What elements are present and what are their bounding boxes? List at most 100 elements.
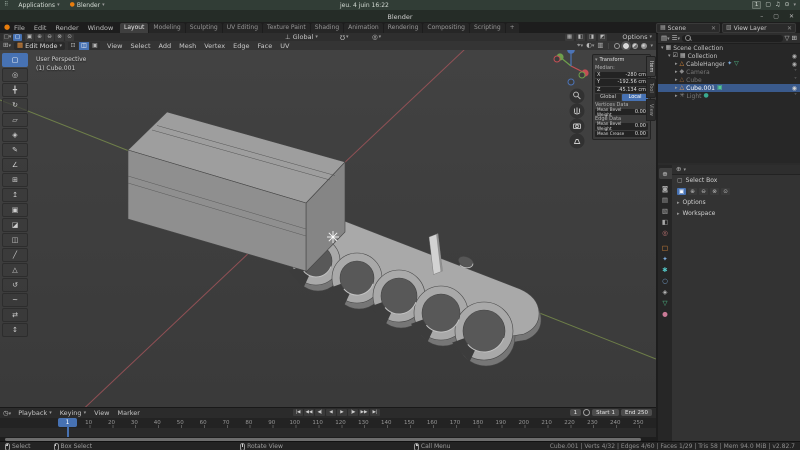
properties-tab[interactable]: ✱ <box>659 264 672 275</box>
global-button[interactable]: Global <box>595 94 621 101</box>
properties-tab[interactable]: ◙ <box>659 183 672 194</box>
shading-dropdown-icon[interactable]: ▾ <box>650 43 653 49</box>
select-mode-option[interactable]: ⊕ <box>35 34 44 41</box>
timeline-ruler[interactable]: 1020304050607080901001101201301401501601… <box>0 418 656 428</box>
playback-button[interactable]: ◀◀ <box>304 409 314 416</box>
timeline-menu-item[interactable]: Playback▾ <box>18 409 52 417</box>
properties-tab[interactable]: ✦ <box>659 253 672 264</box>
gizmo-x-neg[interactable] <box>554 56 560 62</box>
tool-button[interactable]: ◪ <box>2 218 28 232</box>
mirror-z-icon[interactable]: ◨ <box>587 34 596 41</box>
outliner-item-label[interactable]: CableHanger <box>686 61 725 68</box>
camera-view-button[interactable] <box>570 119 585 134</box>
select-mode-option[interactable]: ⊙ <box>65 34 74 41</box>
disclosure-icon[interactable]: ▸ <box>675 85 678 91</box>
playback-button[interactable]: ◀| <box>315 409 325 416</box>
outliner-item-label[interactable]: Camera <box>686 69 710 76</box>
properties-tab[interactable]: ◎ <box>659 227 672 238</box>
playback-button[interactable]: |◀ <box>293 409 303 416</box>
applications-menu[interactable]: Applications▾ <box>18 2 59 9</box>
properties-tab[interactable]: ○ <box>659 275 672 286</box>
window-titlebar[interactable]: Blender – ▢ ✕ <box>0 10 800 22</box>
visibility-eye-icon[interactable]: ◉ <box>792 53 797 60</box>
view-layer-selector[interactable]: ▧ View Layer ✕ <box>722 23 796 33</box>
tool-button[interactable]: ◫ <box>2 233 28 247</box>
outliner-row[interactable]: ▾ ☑ ▦ Collection ◉ <box>658 52 800 60</box>
properties-tab[interactable]: ◧ <box>659 216 672 227</box>
transform-orientation-dropdown[interactable]: ⊥ Global▾ <box>285 33 318 41</box>
desktop-clock[interactable]: jeu. 4 juin 16:22 <box>340 0 389 10</box>
scene-selector[interactable]: ▦ Scene ✕ <box>656 23 720 33</box>
options-section-header[interactable]: ▸Options <box>672 197 800 208</box>
power-icon[interactable]: ⊙ <box>784 2 789 8</box>
playback-button[interactable]: ▶▶ <box>359 409 369 416</box>
disclosure-icon[interactable]: ▸ <box>675 69 678 75</box>
timeline-editor-icon[interactable]: ◷▾ <box>3 410 11 417</box>
workspace-tab[interactable]: + <box>506 23 519 33</box>
auto-keyframe-icon[interactable] <box>583 409 590 416</box>
mesh-select-mode-button[interactable]: ⊡ <box>68 42 78 50</box>
workspace-indicator[interactable]: 1 <box>752 1 762 9</box>
timeline-menu-item[interactable]: Keying▾ <box>60 409 86 417</box>
outliner-item-label[interactable]: Cube <box>686 77 702 84</box>
disclosure-icon[interactable]: ▾ <box>661 45 664 51</box>
maximize-button[interactable]: ▢ <box>773 13 779 20</box>
median-value-field[interactable]: Y-192.56 cm <box>595 79 648 86</box>
playback-button[interactable]: ◀ <box>326 409 336 416</box>
tool-button[interactable]: ∠ <box>2 158 28 172</box>
viewport-menu-item[interactable]: View <box>107 42 122 50</box>
sidebar-tab[interactable]: Item <box>646 56 656 77</box>
navigation-gizmo[interactable] <box>554 50 589 85</box>
sidebar-tab[interactable]: View <box>646 99 656 121</box>
xray-toggle-icon[interactable]: ▥ <box>597 42 603 49</box>
mode-new-button[interactable]: ▣ <box>677 188 686 195</box>
workspace-tab[interactable]: Texture Paint <box>263 23 310 33</box>
close-button[interactable]: ✕ <box>789 13 794 20</box>
zoom-button[interactable] <box>570 89 585 104</box>
proportional-editing-toggle[interactable]: ◎▾ <box>372 34 381 41</box>
outliner-row[interactable]: ▸ ✳ Light ● ˅ <box>658 92 800 100</box>
system-menu-caret-icon[interactable]: ▾ <box>793 2 796 8</box>
visibility-eye-icon[interactable]: ˅ <box>794 93 797 100</box>
workspace-tab[interactable]: Shading <box>311 23 343 33</box>
sidebar-tab[interactable]: Tool <box>646 78 656 98</box>
solid-shading-button[interactable] <box>623 43 629 49</box>
topbar-menu-item[interactable]: File <box>14 24 25 32</box>
outliner-item-label[interactable]: Cube.001 <box>686 85 715 92</box>
tool-button[interactable]: ↺ <box>2 278 28 292</box>
select-mode-option[interactable]: ⊖ <box>45 34 54 41</box>
tool-button[interactable]: ▱ <box>2 113 28 127</box>
playback-button[interactable]: ▶| <box>370 409 380 416</box>
correct-face-icon[interactable]: ◩ <box>598 34 607 41</box>
properties-tab[interactable]: ● <box>659 308 672 319</box>
current-frame-badge[interactable]: 1 <box>58 418 77 427</box>
tool-button[interactable]: ▣ <box>2 203 28 217</box>
outliner-item-label[interactable]: Collection <box>688 53 718 60</box>
gizmo-z-axis[interactable] <box>567 50 575 54</box>
visibility-eye-icon[interactable]: ◉ <box>792 61 797 68</box>
topbar-menu-item[interactable]: Edit <box>34 24 47 32</box>
wireframe-shading-button[interactable] <box>614 43 620 49</box>
outliner-item-label[interactable]: Scene Collection <box>673 45 723 52</box>
workspace-tab[interactable]: Layout <box>120 23 148 33</box>
rendered-shading-button[interactable] <box>641 43 647 49</box>
outliner-row[interactable]: ▾ ▦ Scene Collection <box>658 44 800 52</box>
mirror-y-icon[interactable]: ◧ <box>576 34 585 41</box>
current-frame-field[interactable]: 1 <box>570 409 582 416</box>
median-value-field[interactable]: Z45.134 cm <box>595 87 648 94</box>
disclosure-icon[interactable]: ▸ <box>675 93 678 99</box>
disclosure-icon[interactable]: ▾ <box>668 53 671 59</box>
properties-context-icon[interactable]: ⊕ <box>676 166 681 173</box>
select-mode-option[interactable]: ⊗ <box>55 34 64 41</box>
minimize-button[interactable]: – <box>760 13 763 20</box>
tool-button[interactable]: ╋ <box>2 83 28 97</box>
gizmos-dropdown-icon[interactable]: ⌖▾ <box>577 42 583 49</box>
properties-tab[interactable]: ▧ <box>659 205 672 216</box>
mode-subtract-button[interactable]: ⊖ <box>699 188 708 195</box>
disclosure-icon[interactable]: ▸ <box>675 77 678 83</box>
tool-button[interactable]: ▢ <box>2 53 28 67</box>
outliner-row[interactable]: ▸ △ CableHanger ✦ ▽ ◉ <box>658 60 800 68</box>
active-tool-row[interactable]: ▢ Select Box <box>672 175 800 186</box>
mode-dropdown[interactable]: ▦ Edit Mode▾ <box>14 42 65 50</box>
tool-button[interactable]: ⇄ <box>2 308 28 322</box>
